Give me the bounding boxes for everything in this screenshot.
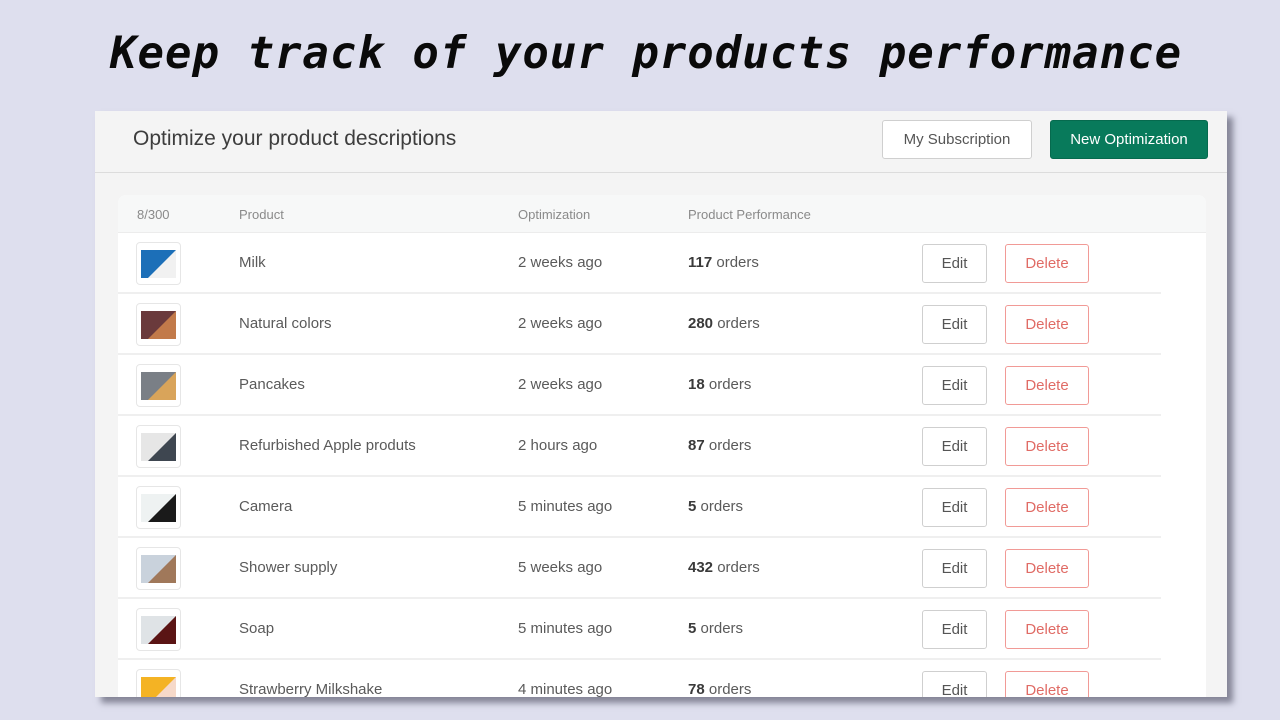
optimization-time: 4 minutes ago (518, 681, 613, 697)
table-header: 8/300 Product Optimization Product Perfo… (118, 195, 1206, 233)
products-table: 8/300 Product Optimization Product Perfo… (118, 195, 1206, 697)
orders-suffix: orders (717, 315, 760, 332)
camera-image (141, 493, 176, 522)
product-thumbnail[interactable] (136, 364, 181, 407)
table-body: Milk 2 weeks ago 117 orders Edit Delete Natur… (118, 233, 1161, 697)
milk-image (141, 249, 176, 278)
orders-suffix: orders (717, 559, 760, 576)
product-performance: 87 orders (688, 437, 751, 454)
apple-products-image (141, 432, 176, 461)
my-subscription-button[interactable]: My Subscription (882, 120, 1032, 159)
order-count: 280 (688, 315, 714, 332)
order-count: 117 (688, 254, 713, 271)
pancakes-image (141, 371, 176, 400)
edit-button[interactable]: Edit (922, 671, 987, 697)
page-title: Optimize your product descriptions (133, 127, 457, 150)
edit-button[interactable]: Edit (922, 488, 987, 527)
product-name[interactable]: Soap (239, 620, 274, 637)
edit-button[interactable]: Edit (922, 427, 987, 466)
table-row: Soap 5 minutes ago 5 orders Edit Delete (118, 599, 1161, 660)
order-count: 78 (688, 681, 705, 697)
natural-colors-image (141, 310, 176, 339)
column-header-optimization[interactable]: Optimization (518, 207, 590, 222)
order-count: 5 (688, 498, 697, 515)
edit-button[interactable]: Edit (922, 549, 987, 588)
product-name[interactable]: Shower supply (239, 559, 337, 576)
optimization-time: 2 hours ago (518, 437, 598, 454)
soap-image (141, 615, 176, 644)
table-row: Shower supply 5 weeks ago 432 orders Edit De… (118, 538, 1161, 599)
product-performance: 5 orders (688, 498, 743, 515)
optimization-time: 5 minutes ago (518, 498, 613, 515)
table-row: Refurbished Apple produts 2 hours ago 87 o… (118, 416, 1161, 477)
column-header-product[interactable]: Product (239, 207, 284, 222)
edit-button[interactable]: Edit (922, 610, 987, 649)
page-header: Optimize your product descriptions My Su… (95, 111, 1227, 173)
product-thumbnail[interactable] (136, 242, 181, 285)
product-name[interactable]: Milk (239, 254, 266, 271)
delete-button[interactable]: Delete (1005, 610, 1089, 649)
orders-suffix: orders (700, 498, 744, 515)
order-count: 5 (688, 620, 697, 637)
table-row: Pancakes 2 weeks ago 18 orders Edit Delete (118, 355, 1161, 416)
product-thumbnail[interactable] (136, 547, 181, 590)
table-row: Natural colors 2 weeks ago 280 orders Edit D… (118, 294, 1161, 355)
edit-button[interactable]: Edit (922, 366, 987, 405)
product-performance: 117 orders (688, 254, 759, 271)
optimization-time: 5 minutes ago (518, 620, 613, 637)
delete-button[interactable]: Delete (1005, 488, 1089, 527)
orders-suffix: orders (716, 254, 759, 271)
orders-suffix: orders (708, 437, 752, 454)
delete-button[interactable]: Delete (1005, 549, 1089, 588)
table-row: Milk 2 weeks ago 117 orders Edit Delete (118, 233, 1161, 294)
product-name[interactable]: Pancakes (239, 376, 305, 393)
product-name[interactable]: Strawberry Milkshake (239, 681, 382, 697)
product-count: 8/300 (137, 207, 170, 222)
orders-suffix: orders (708, 681, 752, 697)
product-performance: 78 orders (688, 681, 751, 697)
optimization-time: 5 weeks ago (518, 559, 603, 576)
product-name[interactable]: Camera (239, 498, 292, 515)
product-name[interactable]: Refurbished Apple produts (239, 437, 416, 454)
order-count: 432 (688, 559, 714, 576)
delete-button[interactable]: Delete (1005, 427, 1089, 466)
edit-button[interactable]: Edit (922, 305, 987, 344)
orders-suffix: orders (700, 620, 744, 637)
table-row: Camera 5 minutes ago 5 orders Edit Delete (118, 477, 1161, 538)
product-performance: 18 orders (688, 376, 751, 393)
delete-button[interactable]: Delete (1005, 244, 1089, 283)
product-thumbnail[interactable] (136, 303, 181, 346)
column-header-performance[interactable]: Product Performance (688, 207, 811, 222)
product-performance: 432 orders (688, 559, 760, 576)
new-optimization-button[interactable]: New Optimization (1050, 120, 1208, 159)
table-row: Strawberry Milkshake 4 minutes ago 78 orde… (118, 660, 1161, 697)
product-thumbnail[interactable] (136, 608, 181, 651)
order-count: 18 (688, 376, 705, 393)
strawberry-milkshake-image (141, 676, 176, 697)
app-window: Optimize your product descriptions My Su… (95, 111, 1227, 697)
delete-button[interactable]: Delete (1005, 671, 1089, 697)
product-thumbnail[interactable] (136, 669, 181, 697)
product-performance: 280 orders (688, 315, 760, 332)
order-count: 87 (688, 437, 705, 454)
product-thumbnail[interactable] (136, 425, 181, 468)
product-performance: 5 orders (688, 620, 743, 637)
product-thumbnail[interactable] (136, 486, 181, 529)
product-name[interactable]: Natural colors (239, 315, 332, 332)
shower-supply-image (141, 554, 176, 583)
promo-headline: Keep track of your products performance (110, 28, 1183, 79)
delete-button[interactable]: Delete (1005, 366, 1089, 405)
optimization-time: 2 weeks ago (518, 254, 603, 271)
edit-button[interactable]: Edit (922, 244, 987, 283)
optimization-time: 2 weeks ago (518, 315, 603, 332)
optimization-time: 2 weeks ago (518, 376, 603, 393)
orders-suffix: orders (708, 376, 752, 393)
delete-button[interactable]: Delete (1005, 305, 1089, 344)
